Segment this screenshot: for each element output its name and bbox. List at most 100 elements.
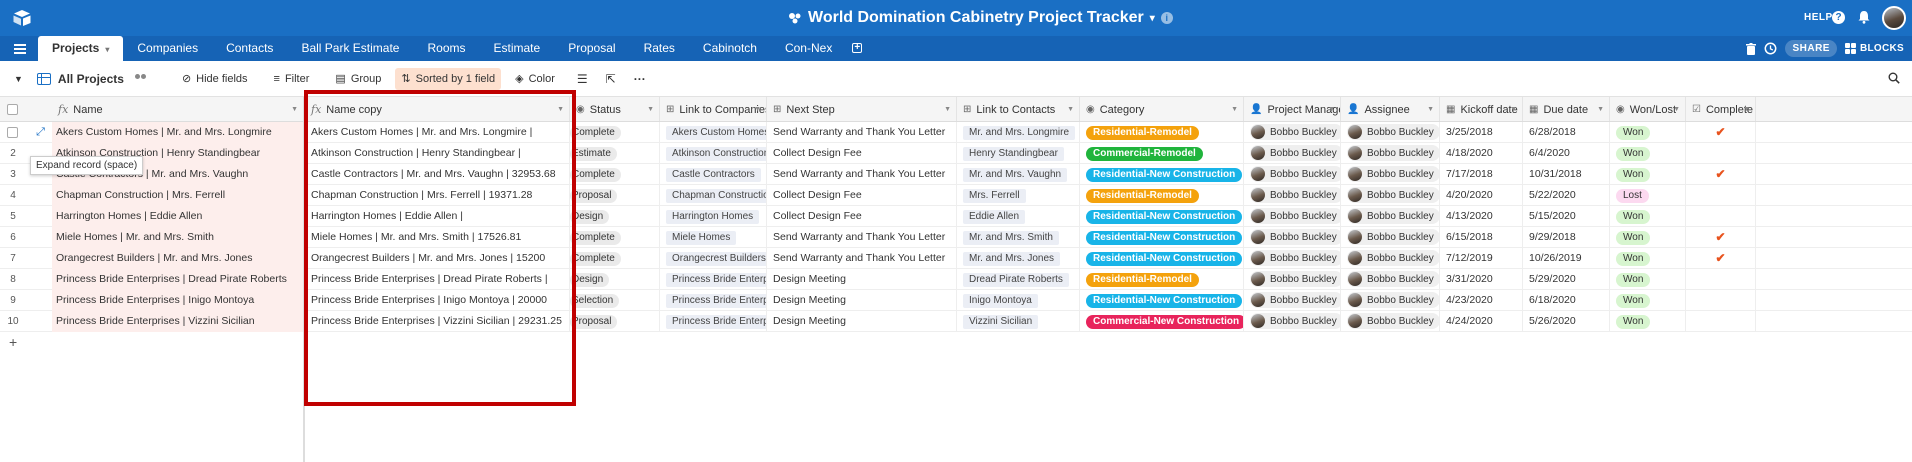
chevron-down-icon[interactable]: ▼: [1743, 106, 1750, 113]
collaborator-chip[interactable]: Bobbo Buckley: [1347, 208, 1439, 225]
complete-cell[interactable]: ✔: [1686, 248, 1756, 269]
info-icon[interactable]: i: [1160, 12, 1173, 24]
kickoff-cell[interactable]: 4/23/2020: [1440, 290, 1523, 311]
tab-proposal[interactable]: Proposal: [554, 36, 629, 61]
complete-cell[interactable]: [1686, 290, 1756, 311]
collaborator-chip[interactable]: Bobbo Buckley: [1347, 250, 1439, 267]
linked-record-chip[interactable]: Princess Bride Enterprises: [666, 315, 766, 329]
won-lost-cell[interactable]: Won: [1610, 164, 1686, 185]
column-header-kickoff[interactable]: ▦ Kickoff date ▼: [1440, 97, 1523, 121]
table-row[interactable]: 6 Miele Homes | Mr. and Mrs. Smith: [0, 227, 303, 248]
assignee-cell[interactable]: Bobbo Buckley: [1341, 206, 1440, 227]
collaborator-chip[interactable]: Bobbo Buckley: [1250, 292, 1340, 309]
link-companies-cell[interactable]: Orangecrest Builders: [660, 248, 767, 269]
category-cell[interactable]: Residential-Remodel: [1080, 269, 1244, 290]
group-button[interactable]: ▤ Group: [329, 68, 387, 90]
category-cell[interactable]: Residential-New Construction: [1080, 227, 1244, 248]
name-cell[interactable]: Princess Bride Enterprises | Inigo Monto…: [52, 290, 303, 311]
link-companies-cell[interactable]: Atkinson Construction: [660, 143, 767, 164]
tab-rates[interactable]: Rates: [630, 36, 689, 61]
complete-cell[interactable]: [1686, 206, 1756, 227]
project-manager-cell[interactable]: Bobbo Buckley: [1244, 290, 1341, 311]
base-title[interactable]: World Domination Cabinetry Project Track…: [788, 9, 1173, 27]
collaborator-chip[interactable]: Bobbo Buckley: [1347, 145, 1439, 162]
collaborator-chip[interactable]: Bobbo Buckley: [1347, 313, 1439, 330]
complete-cell[interactable]: ✔: [1686, 164, 1756, 185]
due-cell[interactable]: 5/29/2020: [1523, 269, 1610, 290]
linked-record-chip[interactable]: Princess Bride Enterprises: [666, 294, 766, 308]
airtable-logo-icon[interactable]: [12, 9, 32, 27]
chevron-down-icon[interactable]: ▼: [1427, 106, 1434, 113]
expand-record-icon[interactable]: ⤢: [34, 126, 47, 139]
collaborator-chip[interactable]: Bobbo Buckley: [1250, 124, 1340, 141]
share-button[interactable]: SHARE: [1785, 40, 1837, 57]
tab-cabinotch[interactable]: Cabinotch: [689, 36, 771, 61]
view-name[interactable]: All Projects: [58, 72, 124, 86]
project-manager-cell[interactable]: Bobbo Buckley: [1244, 143, 1341, 164]
help-label[interactable]: HELP: [1804, 12, 1833, 23]
collaborator-chip[interactable]: Bobbo Buckley: [1347, 229, 1439, 246]
tab-estimate[interactable]: Estimate: [480, 36, 555, 61]
sort-button[interactable]: ⇅ Sorted by 1 field: [395, 67, 502, 90]
chevron-down-icon[interactable]: ▼: [1510, 106, 1517, 113]
name-cell[interactable]: Harrington Homes | Eddie Allen: [52, 206, 303, 227]
linked-record-chip[interactable]: Miele Homes: [666, 231, 737, 245]
assignee-cell[interactable]: Bobbo Buckley: [1341, 290, 1440, 311]
tab-contacts[interactable]: Contacts: [212, 36, 287, 61]
name-cell[interactable]: Chapman Construction | Mrs. Ferrell: [52, 185, 303, 206]
chevron-down-icon[interactable]: ▾: [1150, 13, 1155, 24]
chevron-down-icon[interactable]: ▼: [14, 74, 23, 84]
due-cell[interactable]: 10/26/2019: [1523, 248, 1610, 269]
tab-projects[interactable]: Projects ▾: [38, 36, 124, 61]
collaborator-chip[interactable]: Bobbo Buckley: [1250, 166, 1340, 183]
linked-record-chip[interactable]: Atkinson Construction: [666, 147, 766, 161]
column-header-next-step[interactable]: ⊞ Next Step ▼: [767, 97, 957, 121]
due-cell[interactable]: 6/18/2020: [1523, 290, 1610, 311]
linked-record-chip[interactable]: Mr. and Mrs. Smith: [963, 231, 1059, 245]
link-contacts-cell[interactable]: Mr. and Mrs. Longmire: [957, 122, 1080, 143]
category-cell[interactable]: Residential-New Construction: [1080, 248, 1244, 269]
complete-cell[interactable]: ✔: [1686, 227, 1756, 248]
column-header-complete[interactable]: ☑ Complete ▼: [1686, 97, 1756, 121]
project-manager-cell[interactable]: Bobbo Buckley: [1244, 248, 1341, 269]
search-icon[interactable]: [1888, 72, 1900, 84]
link-companies-cell[interactable]: Princess Bride Enterprises: [660, 311, 767, 332]
linked-record-chip[interactable]: Dread Pirate Roberts: [963, 273, 1069, 287]
project-manager-cell[interactable]: Bobbo Buckley: [1244, 185, 1341, 206]
status-cell[interactable]: Design: [570, 206, 660, 227]
column-header-name[interactable]: fx Name ▼: [52, 97, 303, 121]
chevron-down-icon[interactable]: ▼: [647, 106, 654, 113]
link-companies-cell[interactable]: Miele Homes: [660, 227, 767, 248]
kickoff-cell[interactable]: 7/17/2018: [1440, 164, 1523, 185]
assignee-cell[interactable]: Bobbo Buckley: [1341, 122, 1440, 143]
due-cell[interactable]: 6/28/2018: [1523, 122, 1610, 143]
checkmark-icon[interactable]: ✔: [1715, 167, 1725, 181]
due-cell[interactable]: 6/4/2020: [1523, 143, 1610, 164]
status-cell[interactable]: Design: [570, 269, 660, 290]
help-icon[interactable]: ?: [1832, 11, 1845, 24]
linked-record-chip[interactable]: Eddie Allen: [963, 210, 1026, 224]
status-cell[interactable]: Complete: [570, 248, 660, 269]
column-header-category[interactable]: ◉ Category ▼: [1080, 97, 1244, 121]
won-lost-cell[interactable]: Won: [1610, 290, 1686, 311]
status-cell[interactable]: Complete: [570, 122, 660, 143]
tab-ball-park-estimate[interactable]: Ball Park Estimate: [287, 36, 413, 61]
category-cell[interactable]: Residential-New Construction: [1080, 206, 1244, 227]
tab-con-nex[interactable]: Con-Nex: [771, 36, 846, 61]
column-header-won-lost[interactable]: ◉ Won/Lost ▼: [1610, 97, 1686, 121]
won-lost-cell[interactable]: Won: [1610, 122, 1686, 143]
linked-record-chip[interactable]: Henry Standingbear: [963, 147, 1064, 161]
hide-fields-button[interactable]: ⊘ Hide fields: [176, 68, 254, 90]
add-table-icon[interactable]: +: [852, 43, 863, 53]
next-step-cell[interactable]: Send Warranty and Thank You Letter: [767, 164, 957, 185]
assignee-cell[interactable]: Bobbo Buckley: [1341, 164, 1440, 185]
table-row[interactable]: 9 Princess Bride Enterprises | Inigo Mont…: [0, 290, 303, 311]
complete-cell[interactable]: [1686, 311, 1756, 332]
color-button[interactable]: ◈ Color: [509, 68, 561, 90]
collaborator-chip[interactable]: Bobbo Buckley: [1250, 313, 1340, 330]
chevron-down-icon[interactable]: ▼: [754, 106, 761, 113]
won-lost-cell[interactable]: Lost: [1610, 185, 1686, 206]
link-companies-cell[interactable]: Akers Custom Homes: [660, 122, 767, 143]
won-lost-cell[interactable]: Won: [1610, 248, 1686, 269]
due-cell[interactable]: 5/22/2020: [1523, 185, 1610, 206]
